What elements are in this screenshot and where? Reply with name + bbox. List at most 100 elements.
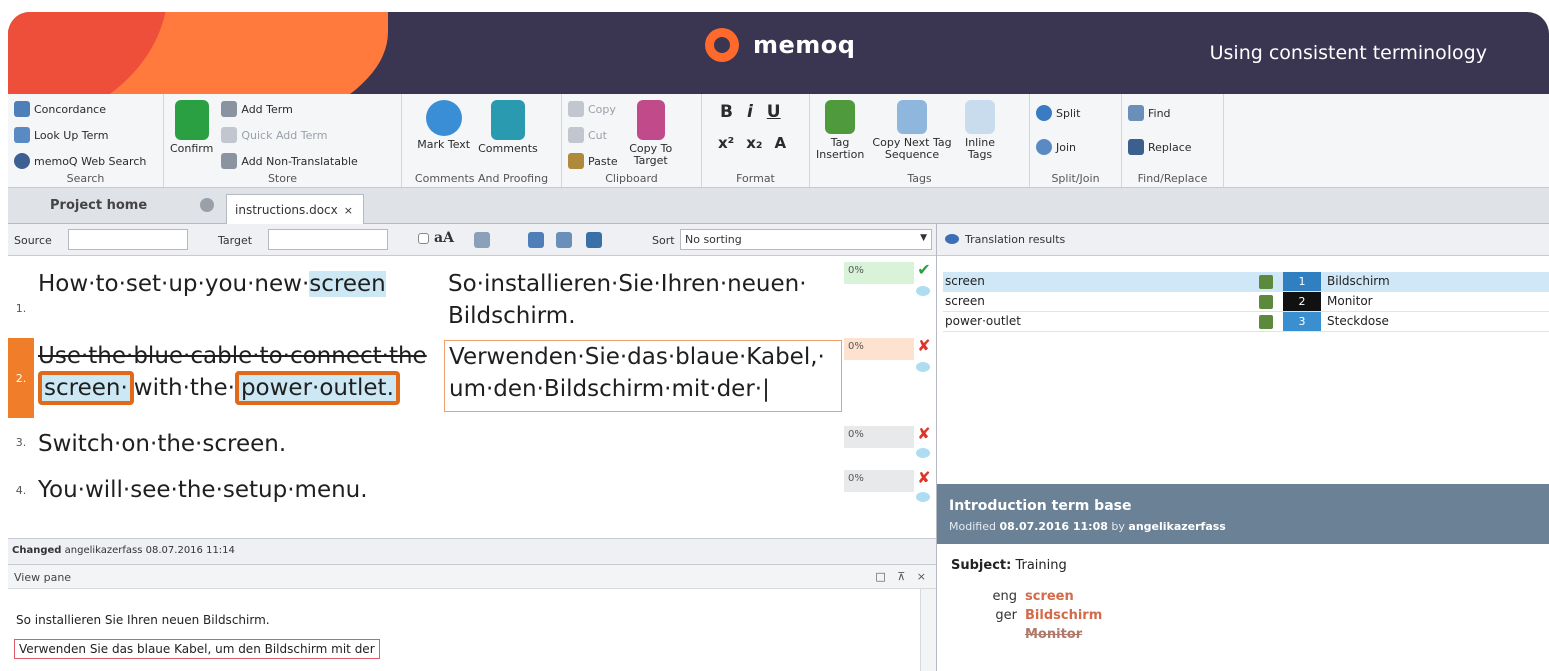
- add-non-translatable-button[interactable]: Add Non-Translatable: [221, 148, 358, 174]
- subject-value: Training: [1015, 558, 1067, 573]
- lookup-icon: [14, 127, 30, 143]
- target-filter-label: Target: [218, 234, 253, 247]
- target-filter-input[interactable]: [268, 229, 388, 250]
- term-entry: screen: [1025, 589, 1074, 604]
- quick-add-icon: [221, 127, 238, 143]
- source-text-part: Use·the·blue·cable·to·connect·the: [38, 343, 427, 369]
- concordance-button[interactable]: Concordance: [14, 96, 157, 122]
- underline-button[interactable]: U: [767, 102, 781, 122]
- tag-insertion-button[interactable]: Tag Insertion: [816, 96, 864, 161]
- join-button[interactable]: Join: [1036, 130, 1115, 164]
- lang-code: ger: [995, 608, 1017, 623]
- filter-clear-icon[interactable]: [556, 232, 572, 248]
- web-search-button[interactable]: memoQ Web Search: [14, 148, 157, 174]
- replace-button[interactable]: Replace: [1128, 130, 1217, 164]
- copy-to-target-button[interactable]: Copy To Target: [626, 96, 676, 174]
- concordance-icon: [14, 101, 30, 117]
- comment-bubble-icon[interactable]: [916, 286, 930, 296]
- translation-grid: 1. How·to·set·up·you·new·screen So·insta…: [8, 256, 936, 538]
- source-filter-input[interactable]: [68, 229, 188, 250]
- pane-window-controls[interactable]: □ ⊼ ×: [875, 570, 930, 583]
- document-tabs: Project home instructions.docx ×: [8, 188, 1549, 224]
- case-checkbox[interactable]: [418, 233, 429, 244]
- modified-user: angelikazerfass: [1128, 520, 1226, 533]
- source-text[interactable]: You·will·see·the·setup·menu.: [38, 474, 436, 506]
- add-term-button[interactable]: Add Term: [221, 96, 357, 122]
- paste-button[interactable]: Paste: [568, 148, 618, 174]
- funnel-icon[interactable]: [528, 232, 544, 248]
- font-button[interactable]: A: [775, 134, 787, 152]
- source-text[interactable]: How·to·set·up·you·new·screen: [38, 268, 436, 300]
- inline-tags-button[interactable]: Inline Tags: [960, 96, 1000, 161]
- translation-result-row[interactable]: power·outlet 3 Steckdose: [943, 312, 1549, 332]
- termbase-entry-body: Subject: Training eng screen ger Bildschir…: [937, 544, 1549, 671]
- filter-tools-icon[interactable]: [586, 232, 602, 248]
- comments-button[interactable]: Comments: [478, 96, 538, 155]
- forbidden-term-entry: Monitor: [1025, 627, 1083, 642]
- term-highlight-screen: screen·: [38, 371, 134, 405]
- source-text-part: with·the·: [133, 375, 235, 401]
- comment-bubble-icon[interactable]: [916, 448, 930, 458]
- target-text[interactable]: So·installieren·Sie·Ihren·neuen· Bildsch…: [444, 268, 842, 332]
- translation-results-title: Translation results: [965, 233, 1066, 246]
- segment-number: 3.: [15, 436, 27, 449]
- sort-dropdown[interactable]: No sorting ▼: [680, 229, 932, 250]
- preview-line-active: Verwenden Sie das blaue Kabel, um den Bi…: [14, 639, 380, 659]
- tab-project-home[interactable]: Project home: [50, 198, 147, 213]
- find-button[interactable]: Find: [1128, 96, 1217, 130]
- segment-row[interactable]: 1. How·to·set·up·you·new·screen So·insta…: [8, 256, 936, 334]
- segment-number: 2.: [15, 372, 27, 385]
- source-text[interactable]: Switch·on·the·screen.: [38, 428, 436, 460]
- segment-row[interactable]: 4. You·will·see·the·setup·menu. 0% ✘: [8, 464, 936, 510]
- ribbon-group-findreplace: Find Replace Find/Replace: [1122, 94, 1224, 187]
- target-editor[interactable]: Verwenden·Sie·das·blaue·Kabel,· um·den·B…: [444, 340, 842, 412]
- lookup-term-button[interactable]: Look Up Term: [14, 122, 157, 148]
- confirm-label: Confirm: [170, 142, 214, 155]
- quick-add-term-button[interactable]: Quick Add Term: [221, 122, 357, 148]
- match-case-toggle[interactable]: aA: [434, 230, 454, 246]
- confirm-icon: [174, 100, 209, 140]
- add-nt-icon: [221, 153, 238, 169]
- split-button[interactable]: Split: [1036, 96, 1115, 130]
- sort-label: Sort: [652, 234, 675, 247]
- superscript-button[interactable]: x²: [718, 134, 734, 152]
- copy-button[interactable]: Copy: [568, 96, 618, 122]
- find-label: Find: [1148, 106, 1171, 120]
- bold-button[interactable]: B: [720, 102, 733, 122]
- add-term-label: Add Term: [241, 102, 293, 116]
- memoq-logo-icon: [705, 28, 739, 62]
- source-text[interactable]: Use·the·blue·cable·to·connect·the screen…: [38, 340, 436, 405]
- copy-next-tag-button[interactable]: Copy Next Tag Sequence: [872, 96, 952, 161]
- termbase-icon: [1259, 275, 1273, 289]
- italic-button[interactable]: i: [747, 102, 753, 122]
- comment-bubble-icon[interactable]: [916, 492, 930, 502]
- result-target-term: Steckdose: [1327, 314, 1389, 328]
- subscript-button[interactable]: x₂: [746, 134, 762, 152]
- result-number: 3: [1283, 312, 1321, 331]
- join-label: Join: [1056, 140, 1077, 154]
- tag-insertion-icon: [825, 100, 855, 134]
- tab-instructions-docx[interactable]: instructions.docx ×: [226, 194, 364, 224]
- confirm-button[interactable]: Confirm: [170, 96, 213, 174]
- cut-button[interactable]: Cut: [568, 122, 618, 148]
- mark-text-button[interactable]: Mark Text: [417, 96, 470, 155]
- pin-icon[interactable]: [200, 198, 214, 212]
- copy-to-target-icon: [636, 100, 665, 140]
- ribbon-group-clipboard: Copy Cut Paste Copy To Target Clipboard: [562, 94, 702, 187]
- sort-value: No sorting: [685, 233, 742, 246]
- comment-bubble-icon[interactable]: [916, 362, 930, 372]
- view-pane-scrollbar[interactable]: [920, 589, 936, 671]
- source-filter-label: Source: [14, 234, 52, 247]
- segment-row-active[interactable]: 2. Use·the·blue·cable·to·connect·the scr…: [8, 334, 936, 422]
- copy-to-target-label: Copy To Target: [629, 142, 673, 167]
- close-tab-icon[interactable]: ×: [344, 204, 353, 217]
- translation-result-row[interactable]: screen 2 Monitor: [943, 292, 1549, 312]
- termbase-icon: [1259, 315, 1273, 329]
- segment-row[interactable]: 3. Switch·on·the·screen. 0% ✘: [8, 422, 936, 464]
- result-number: 2: [1283, 292, 1321, 311]
- translation-result-row[interactable]: screen 1 Bildschirm: [943, 272, 1549, 292]
- eye-icon[interactable]: [945, 234, 959, 244]
- comments-label: Comments: [478, 142, 538, 155]
- web-search-icon: [14, 153, 30, 169]
- filter-options-icon[interactable]: [474, 232, 490, 248]
